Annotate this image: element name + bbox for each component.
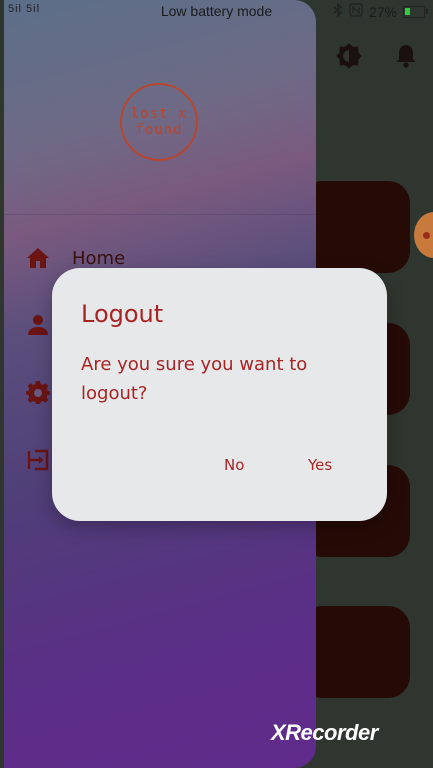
- no-button[interactable]: No: [220, 454, 248, 476]
- dialog-message: Are you sure you want to logout?: [81, 354, 308, 404]
- yes-button[interactable]: Yes: [304, 454, 336, 476]
- dialog-title: Logout: [81, 300, 164, 328]
- logout-dialog: Logout Are you sure you want to logout? …: [52, 268, 387, 521]
- recorder-watermark: XRecorder: [271, 720, 378, 745]
